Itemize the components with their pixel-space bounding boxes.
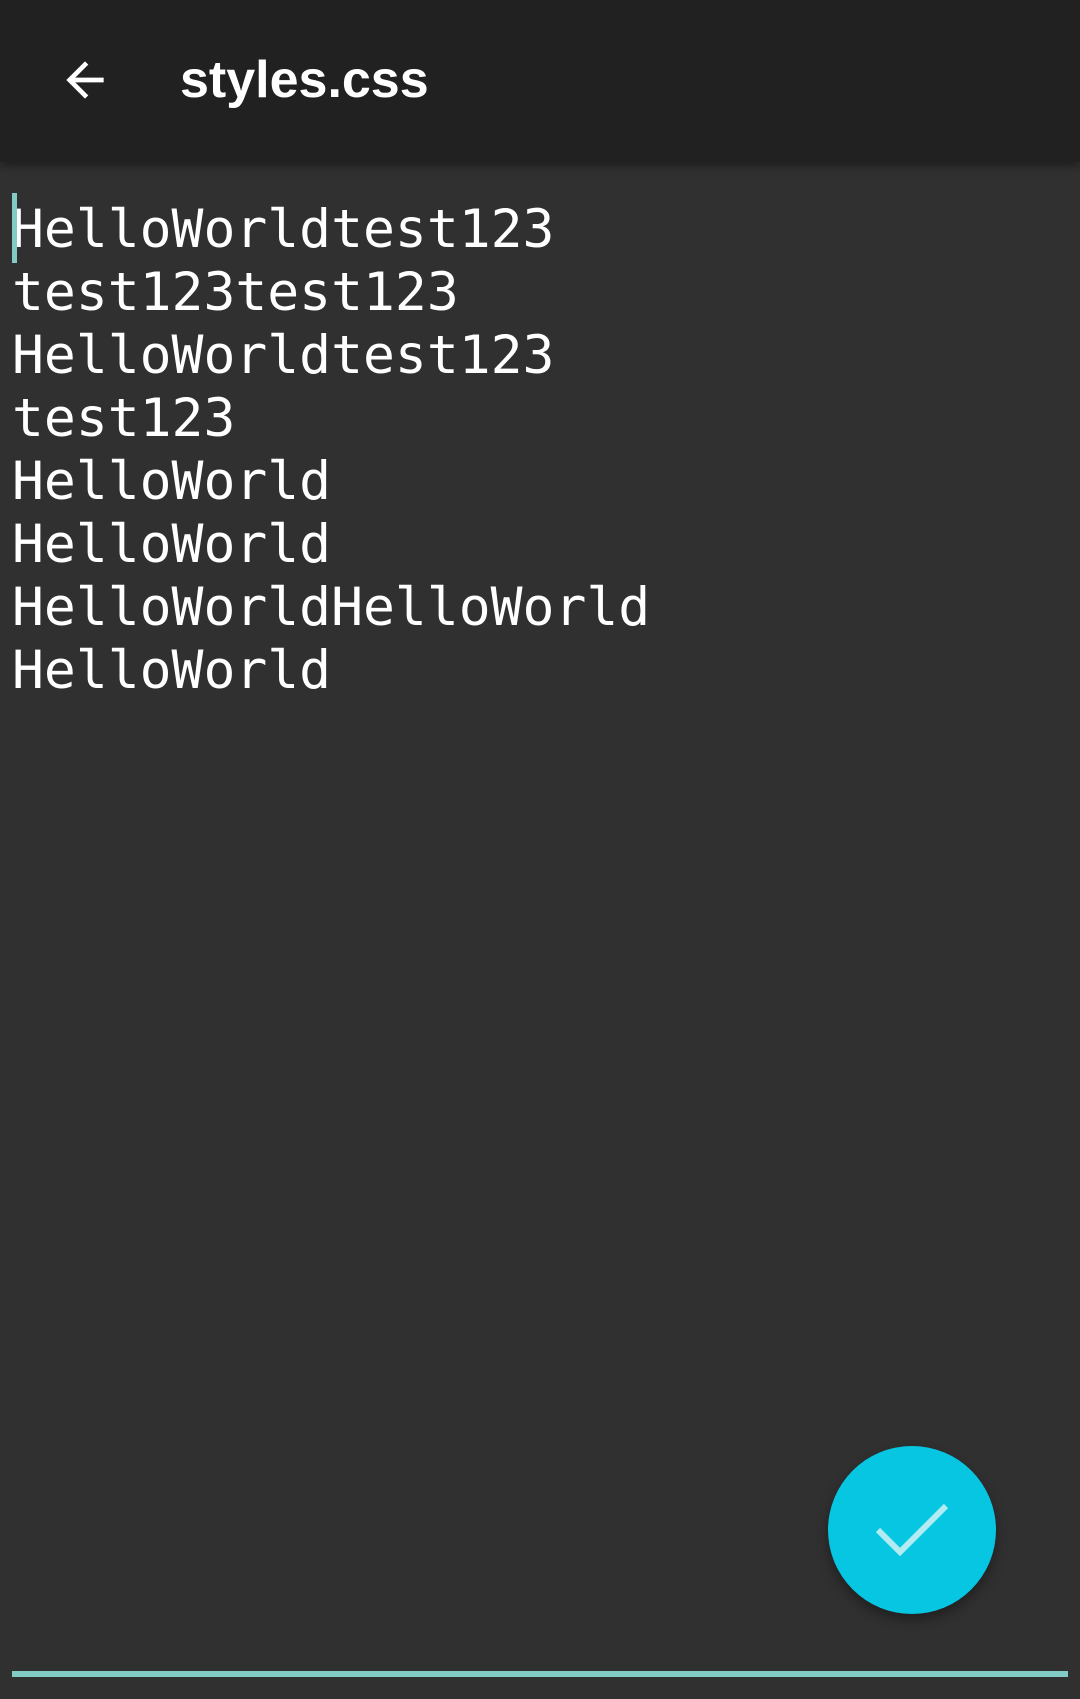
editor-line[interactable]: HelloWorld [12, 450, 650, 513]
text-cursor [12, 193, 17, 263]
check-icon [875, 1503, 949, 1557]
page-title: styles.css [180, 51, 429, 109]
editor-line[interactable]: HelloWorld [12, 513, 650, 576]
editor-lines: HelloWorldtest123 test123test123 HelloWo… [12, 198, 650, 702]
editor-line[interactable]: HelloWorldHelloWorld [12, 576, 650, 639]
editor-line[interactable]: HelloWorldtest123 [12, 198, 650, 261]
back-button[interactable] [40, 35, 130, 125]
input-underline [12, 1671, 1068, 1677]
app-screen: styles.css HelloWorldtest123 test123test… [0, 0, 1080, 1699]
editor-line[interactable]: HelloWorld [12, 639, 650, 702]
toolbar: styles.css [0, 0, 1080, 162]
editor-line[interactable]: test123test123 [12, 261, 650, 324]
editor-line[interactable]: test123 [12, 387, 650, 450]
arrow-back-icon [66, 61, 104, 99]
editor-line[interactable]: HelloWorldtest123 [12, 324, 650, 387]
save-check-button[interactable] [828, 1446, 996, 1614]
